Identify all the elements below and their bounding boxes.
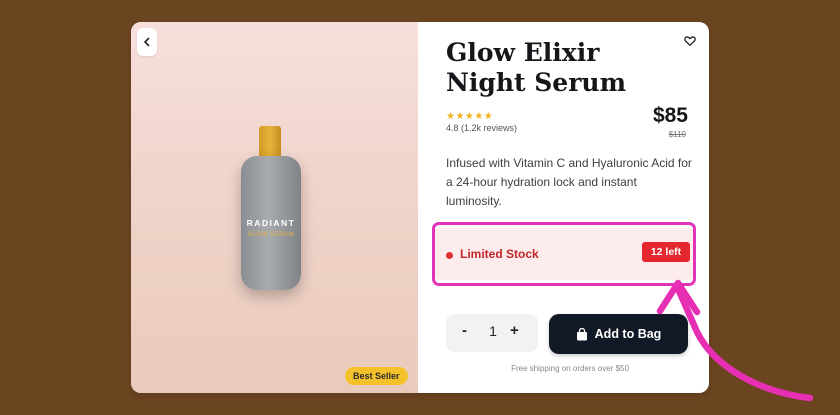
product-price: $85	[652, 104, 688, 127]
bottle-brand: RADIANT	[246, 218, 296, 228]
annotation-highlight-box	[432, 222, 696, 286]
product-title: Glow Elixir Night Serum	[446, 38, 627, 97]
quantity-stepper: - 1 +	[446, 314, 538, 352]
original-price: $110	[668, 130, 686, 139]
product-image: RADIANT GLOW SERUM	[241, 126, 301, 290]
add-to-bag-label: Add to Bag	[594, 327, 662, 341]
quantity-value: 1	[489, 323, 497, 339]
rating-text[interactable]: 4.8 (1.2k reviews)	[446, 123, 517, 133]
best-seller-badge: Best Seller	[345, 367, 408, 385]
shopping-bag-icon	[576, 327, 587, 340]
star-rating: ★★★★★	[446, 111, 494, 122]
product-description: Infused with Vitamin C and Hyaluronic Ac…	[446, 156, 692, 208]
bottle-cap	[259, 126, 281, 158]
product-media: RADIANT GLOW SERUM Best Seller	[131, 22, 418, 393]
chevron-left-icon	[144, 37, 150, 47]
product-card: RADIANT GLOW SERUM Best Seller Glow Elix…	[131, 22, 709, 393]
bottle-subtitle: GLOW SERUM	[247, 232, 295, 238]
heart-icon	[684, 36, 696, 46]
product-info: Glow Elixir Night Serum ★★★★★ 4.8 (1.2k …	[418, 22, 709, 393]
increase-quantity-button[interactable]: +	[510, 322, 519, 339]
wishlist-button[interactable]	[684, 34, 698, 48]
back-button[interactable]	[137, 28, 157, 56]
shipping-note: Free shipping on orders over $50	[511, 364, 629, 373]
decrease-quantity-button[interactable]: -	[462, 322, 467, 339]
add-to-bag-button[interactable]: Add to Bag	[549, 314, 688, 354]
